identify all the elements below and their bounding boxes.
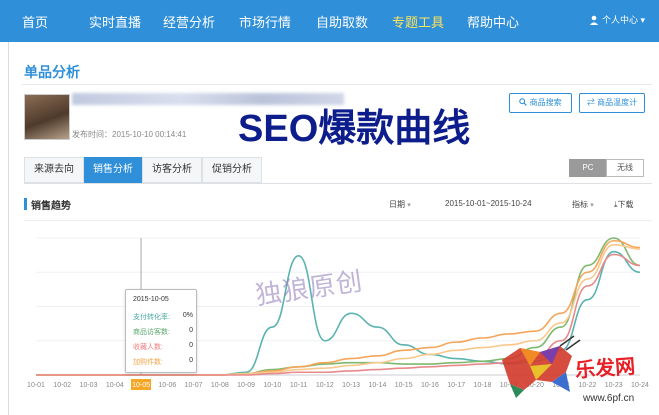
x-tick-label: 10-23: [605, 382, 623, 389]
x-tick-label: 10-02: [53, 382, 71, 389]
x-tick-label: 10-01: [27, 382, 45, 389]
tooltip-label: 收藏人数:: [133, 344, 163, 351]
x-tick-label: 10-20: [526, 382, 544, 389]
logo-text: 乐发网: [574, 355, 636, 383]
x-tick-label: 10-14: [368, 382, 386, 389]
x-tick-label: 10-03: [80, 382, 98, 389]
tooltip-date: 2015-10-05: [133, 296, 169, 303]
x-tick-label: 10-15: [395, 382, 413, 389]
x-tick-label: 10-07: [185, 382, 203, 389]
x-tick-label: 10-24: [631, 382, 649, 389]
tooltip-label: 支付转化率:: [133, 314, 170, 321]
tooltip-label: 加购件数:: [133, 359, 163, 366]
x-tick-label: 10-21: [552, 382, 570, 389]
x-tick-label: 10-08: [211, 382, 229, 389]
chart-x-ticks: 10-01 10-02 10-03 10-04 10-05 10-06 10-07 10-08…: [27, 379, 649, 390]
tooltip-value: 0: [189, 342, 193, 349]
x-tick-label: 10-18: [473, 382, 491, 389]
x-tick-label: 10-22: [579, 382, 597, 389]
x-tick-label: 10-17: [447, 382, 465, 389]
sales-trend-chart: 10-01 10-02 10-03 10-04 10-05 10-06 10-07 10-08…: [27, 237, 649, 390]
tooltip-value: 0: [189, 327, 193, 334]
x-tick-label: 10-04: [106, 382, 124, 389]
tooltip-value: 0%: [182, 312, 193, 319]
x-tick-label: 10-05: [132, 382, 150, 389]
tooltip-label: 商品访客数:: [133, 329, 170, 336]
x-tick-label: 10-11: [290, 382, 307, 389]
chart-tooltip: 2015-10-05 支付转化率: 0% 商品访客数: 0 收藏人数: 0 加购件数:…: [125, 289, 197, 373]
tooltip-value: 0: [189, 357, 193, 364]
logo-url: www.6pf.cn: [583, 393, 635, 404]
x-tick-label: 10-13: [342, 382, 360, 389]
x-tick-label: 10-10: [263, 382, 281, 389]
x-tick-label: 10-09: [237, 382, 255, 389]
x-tick-label: 10-12: [316, 382, 334, 389]
x-tick-label: 10-16: [421, 382, 439, 389]
x-tick-label: 10-06: [158, 382, 176, 389]
x-tick-label: 10-19: [500, 382, 518, 389]
